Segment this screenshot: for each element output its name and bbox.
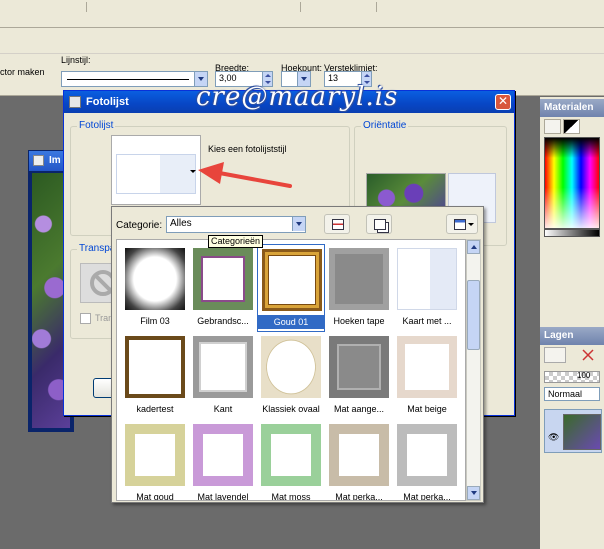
category-value: Alles	[170, 218, 192, 229]
eye-icon[interactable]: 👁	[548, 432, 559, 443]
style-grid-item-label: Gebrandsc...	[197, 316, 249, 326]
frame-thumbnail	[261, 336, 321, 398]
dialog-title: Fotolijst	[86, 96, 129, 108]
frame-thumbnail	[329, 248, 389, 310]
style-grid-item-label: Goud 01	[258, 315, 324, 329]
scroll-down-icon[interactable]	[467, 486, 480, 500]
frame-thumbnail	[397, 248, 457, 310]
frame-thumbnail	[397, 424, 457, 486]
frame-group-label: Fotolijst	[77, 120, 116, 131]
tool-label: ctor maken	[0, 67, 45, 77]
category-filter-button[interactable]	[324, 214, 350, 234]
style-grid-item[interactable]: Mat beige	[393, 332, 461, 420]
chevron-down-icon	[468, 223, 474, 226]
view-list-icon	[454, 219, 466, 230]
scroll-up-icon[interactable]	[467, 240, 480, 254]
style-grid-item[interactable]: Mat aange...	[325, 332, 393, 420]
new-layer-button[interactable]	[544, 347, 566, 363]
style-grid-item[interactable]: Mat lavendel	[189, 420, 257, 501]
frame-thumbnail	[125, 336, 185, 398]
layers-panel-title: Lagen	[540, 327, 604, 345]
style-grid-item-label: Mat beige	[407, 404, 447, 414]
menu-bar	[0, 0, 604, 28]
style-grid-item[interactable]: Kant	[189, 332, 257, 420]
right-panels: Materialen Lagen 100 Normaal 👁	[540, 97, 604, 549]
materials-panel-title: Materialen	[540, 99, 604, 117]
frame-thumbnail	[397, 336, 457, 398]
style-grid-item-label: Mat lavendel	[197, 492, 249, 501]
frame-preview[interactable]	[111, 135, 201, 205]
frame-thumbnail	[329, 424, 389, 486]
style-grid[interactable]: Film 03 Gebrandsc... Goud 01 Hoeken tape Kaa…	[116, 239, 466, 501]
frame-thumbnail	[125, 248, 185, 310]
opacity-slider[interactable]: 100	[544, 371, 600, 383]
color-spectrum[interactable]	[544, 137, 600, 229]
copy-button[interactable]	[366, 214, 392, 234]
layer-thumbnail	[563, 414, 601, 450]
style-grid-item-label: Mat perka...	[335, 492, 383, 501]
style-grid-item-label: Mat perka...	[403, 492, 451, 501]
style-grid-item-label: kadertest	[136, 404, 174, 414]
dialog-icon	[69, 96, 81, 108]
gray-ramp[interactable]	[544, 229, 600, 237]
blend-mode-value: Normaal	[548, 389, 583, 399]
frame-preview-image	[116, 154, 196, 194]
checklist-icon	[332, 219, 344, 230]
opacity-value: 100	[577, 371, 591, 380]
annotation-arrow-icon	[198, 162, 292, 188]
view-options-button[interactable]	[446, 214, 478, 234]
delete-layer-icon[interactable]	[580, 347, 596, 363]
swatch-tab[interactable]	[563, 119, 580, 134]
style-grid-item-label: Film 03	[140, 316, 170, 326]
choose-style-label: Kies een fotolijststijl	[208, 144, 287, 154]
style-grid-item-label: Kaart met ...	[402, 316, 452, 326]
style-grid-item[interactable]: Mat perka...	[325, 420, 393, 501]
style-grid-item[interactable]: Film 03	[121, 244, 189, 332]
frame-style-picker[interactable]: Categorie: Alles Film 03 Gebrandsc... Goud…	[111, 206, 484, 503]
style-grid-item-label: Klassiek ovaal	[262, 404, 320, 414]
line-style-dropdown[interactable]	[61, 71, 208, 87]
style-grid-scrollbar[interactable]	[466, 239, 481, 501]
style-grid-item-label: Mat moss	[271, 492, 311, 501]
frame-thumbnail	[193, 336, 253, 398]
transparency-checkbox[interactable]	[80, 313, 91, 324]
category-dropdown[interactable]: Alles	[166, 216, 306, 233]
style-grid-item[interactable]: Goud 01	[257, 244, 325, 332]
frame-thumbnail	[193, 248, 253, 310]
style-grid-item[interactable]: Mat moss	[257, 420, 325, 501]
chevron-down-icon	[292, 217, 305, 231]
style-grid-item[interactable]: Klassiek ovaal	[257, 332, 325, 420]
style-grid-item[interactable]: Gebrandsc...	[189, 244, 257, 332]
frame-thumbnail	[329, 336, 389, 398]
style-grid-item-label: Kant	[213, 404, 233, 414]
scroll-thumb[interactable]	[467, 280, 480, 350]
layer-row[interactable]: 👁	[544, 409, 602, 453]
category-label: Categorie:	[116, 220, 163, 231]
style-grid-item[interactable]: kadertest	[121, 332, 189, 420]
blend-mode-dropdown[interactable]: Normaal	[544, 387, 600, 401]
style-grid-item[interactable]: Mat goud	[121, 420, 189, 501]
frame-thumbnail	[261, 424, 321, 486]
image-window-title: Im	[49, 155, 61, 166]
category-tooltip: Categorieën	[208, 235, 264, 248]
style-grid-item[interactable]: Hoeken tape	[325, 244, 393, 332]
frame-thumbnail	[125, 424, 185, 486]
style-grid-item-label: Hoeken tape	[333, 316, 385, 326]
copy-icon	[374, 219, 386, 230]
toolbar	[0, 28, 604, 54]
frame-thumbnail	[193, 424, 253, 486]
window-icon	[33, 155, 44, 166]
materials-tabs	[544, 119, 582, 137]
style-grid-item[interactable]: Kaart met ...	[393, 244, 461, 332]
style-grid-item-label: Mat aange...	[333, 404, 385, 414]
line-style-label: Lijnstijl:	[61, 55, 91, 65]
palette-tab[interactable]	[544, 119, 561, 134]
orientation-group-label: Oriëntatie	[361, 120, 409, 131]
style-grid-item-label: Mat goud	[136, 492, 174, 501]
watermark-text: cre@maaryl.is	[196, 82, 399, 112]
style-grid-item[interactable]: Mat perka...	[393, 420, 461, 501]
frame-thumbnail	[262, 249, 322, 311]
close-button[interactable]: ✕	[495, 94, 511, 110]
